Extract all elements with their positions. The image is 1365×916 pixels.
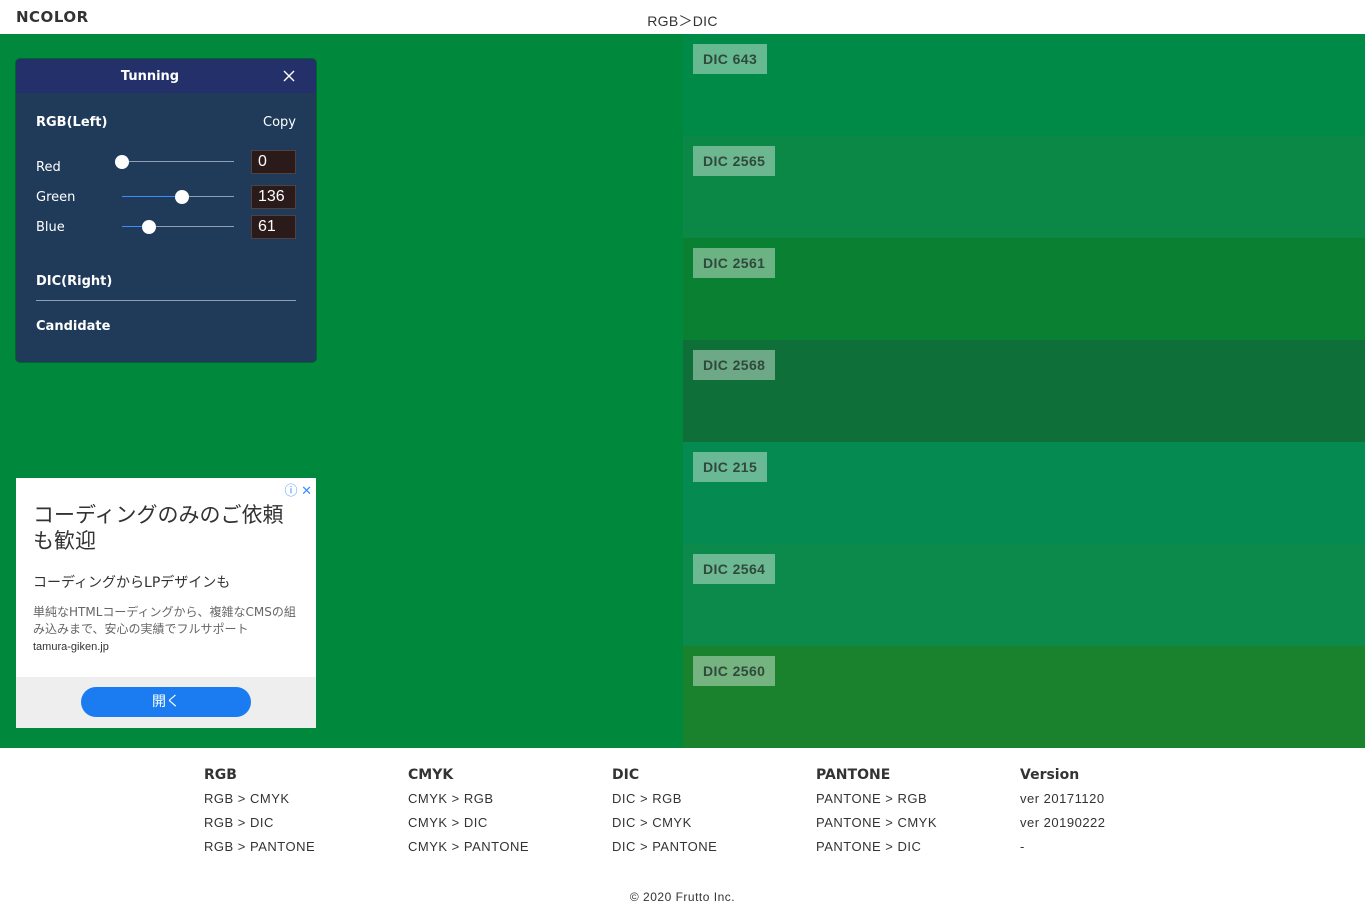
ad-open-button[interactable]: 開く xyxy=(81,687,251,717)
swatch-dic-215[interactable]: DIC 215 xyxy=(683,442,1365,544)
panel-header: Tunning xyxy=(16,59,316,93)
dic-section-label: DIC(Right) xyxy=(36,274,113,289)
ad-banner[interactable]: ⓘ ✕ コーディングのみのご依頼も歓迎 コーディングからLPデザインも 単純なH… xyxy=(16,478,316,728)
blue-label: Blue xyxy=(36,220,65,235)
ad-domain[interactable]: tamura-giken.jp xyxy=(33,641,109,653)
candidate-swatch-list: DIC 643 DIC 2565 DIC 2561 DIC 2568 DIC 2… xyxy=(683,34,1365,748)
footer-heading: CMYK xyxy=(408,767,454,783)
footer-heading: PANTONE xyxy=(816,767,891,783)
footer-column-dic: DIC DIC > RGB DIC > CMYK DIC > PANTONE xyxy=(612,766,812,862)
ad-choices[interactable]: ⓘ ✕ xyxy=(284,480,312,499)
swatch-dic-2568[interactable]: DIC 2568 xyxy=(683,340,1365,442)
swatch-dic-2561[interactable]: DIC 2561 xyxy=(683,238,1365,340)
ad-headline[interactable]: コーディングのみのご依頼も歓迎 xyxy=(33,502,303,554)
ad-description: 単純なHTMLコーディングから、複雑なCMSの組み込みまで、安心の実績でフルサポ… xyxy=(33,605,296,636)
swatch-dic-643[interactable]: DIC 643 xyxy=(683,34,1365,136)
green-label: Green xyxy=(36,190,76,205)
page-title: RGB＞DIC xyxy=(647,13,718,29)
swatch-label: DIC 643 xyxy=(693,44,768,74)
green-value-input[interactable]: 136 xyxy=(251,185,296,209)
footer-link[interactable]: PANTONE > DIC xyxy=(816,838,1016,862)
candidate-label: Candidate xyxy=(36,319,111,334)
red-label: Red xyxy=(36,160,61,175)
ad-footer: 開く xyxy=(16,677,316,728)
footer-link[interactable]: ver 20171120 xyxy=(1020,790,1220,814)
green-slider[interactable] xyxy=(122,189,234,205)
footer-link: - xyxy=(1020,839,1025,854)
copyright: © 2020 Frutto Inc. xyxy=(629,890,736,904)
close-icon[interactable] xyxy=(282,69,296,83)
footer-link[interactable]: CMYK > PANTONE xyxy=(408,838,608,862)
footer-column-pantone: PANTONE PANTONE > RGB PANTONE > CMYK PAN… xyxy=(816,766,1016,862)
blue-slider[interactable] xyxy=(122,219,234,235)
footer-link[interactable]: RGB > DIC xyxy=(204,814,404,838)
swatch-label: DIC 2560 xyxy=(693,656,776,686)
ad-subheadline: コーディングからLPデザインも xyxy=(33,575,231,591)
footer-link[interactable]: DIC > RGB xyxy=(612,790,812,814)
footer-link[interactable]: RGB > CMYK xyxy=(204,790,404,814)
ad-close-icon[interactable]: ✕ xyxy=(301,483,312,498)
footer-link[interactable]: PANTONE > CMYK xyxy=(816,814,1016,838)
divider xyxy=(36,300,296,301)
slider-track xyxy=(122,161,234,162)
swatch-dic-2565[interactable]: DIC 2565 xyxy=(683,136,1365,238)
footer-link[interactable]: DIC > CMYK xyxy=(612,814,812,838)
footer-link[interactable]: CMYK > RGB xyxy=(408,790,608,814)
slider-thumb[interactable] xyxy=(174,190,189,204)
rgb-section-label: RGB(Left) xyxy=(36,115,108,130)
footer-column-version: Version ver 20171120 ver 20190222 - xyxy=(1020,766,1220,862)
info-icon[interactable]: ⓘ xyxy=(284,483,297,498)
footer-heading: DIC xyxy=(612,767,640,783)
footer-link[interactable]: PANTONE > RGB xyxy=(816,790,1016,814)
slider-thumb[interactable] xyxy=(115,155,129,169)
copy-button[interactable]: Copy xyxy=(263,115,296,130)
swatch-label: DIC 2565 xyxy=(693,146,776,176)
footer-link[interactable]: RGB > PANTONE xyxy=(204,838,404,862)
swatch-label: DIC 2568 xyxy=(693,350,776,380)
red-slider[interactable] xyxy=(115,154,234,170)
blue-value-input[interactable]: 61 xyxy=(251,215,296,239)
swatch-dic-2560[interactable]: DIC 2560 xyxy=(683,646,1365,748)
swatch-label: DIC 2561 xyxy=(693,248,776,278)
swatch-dic-2564[interactable]: DIC 2564 xyxy=(683,544,1365,646)
footer-link[interactable]: CMYK > DIC xyxy=(408,814,608,838)
footer-column-rgb: RGB RGB > CMYK RGB > DIC RGB > PANTONE xyxy=(204,766,404,862)
red-value-input[interactable]: 0 xyxy=(251,150,296,174)
footer-heading: Version xyxy=(1020,767,1080,783)
panel-title: Tunning xyxy=(120,69,180,84)
tunning-panel: Tunning RGB(Left) Copy Red 0 Green 136 B… xyxy=(16,59,316,362)
footer-heading: RGB xyxy=(204,767,237,783)
footer-link[interactable]: ver 20190222 xyxy=(1020,814,1220,838)
swatch-label: DIC 215 xyxy=(693,452,768,482)
footer-column-cmyk: CMYK CMYK > RGB CMYK > DIC CMYK > PANTON… xyxy=(408,766,608,862)
slider-thumb[interactable] xyxy=(141,220,156,234)
swatch-label: DIC 2564 xyxy=(693,554,776,584)
footer-link[interactable]: DIC > PANTONE xyxy=(612,838,812,862)
slider-fill xyxy=(122,196,182,197)
top-bar: NCOLOR RGB＞DIC xyxy=(0,0,1365,34)
